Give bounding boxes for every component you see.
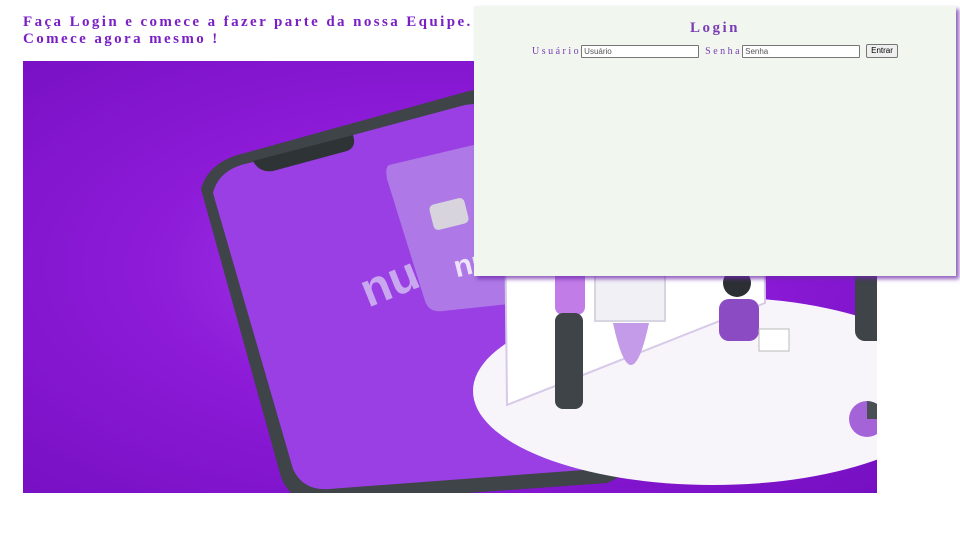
page: Faça Login e comece a fazer parte da nos… bbox=[0, 0, 960, 540]
headline: Faça Login e comece a fazer parte da nos… bbox=[23, 14, 473, 48]
password-input[interactable] bbox=[742, 44, 861, 58]
username-input[interactable] bbox=[581, 44, 700, 58]
login-panel: Login Usuário Senha Entrar bbox=[474, 6, 956, 276]
password-label: Senha bbox=[705, 45, 743, 57]
login-submit-button[interactable]: Entrar bbox=[866, 44, 898, 58]
login-title: Login bbox=[689, 20, 740, 36]
headline-line-2: Comece agora mesmo ! bbox=[23, 31, 220, 47]
username-label: Usuário bbox=[532, 45, 582, 57]
login-form: Usuário Senha Entrar bbox=[532, 44, 898, 58]
headline-line-1: Faça Login e comece a fazer parte da nos… bbox=[23, 14, 473, 30]
